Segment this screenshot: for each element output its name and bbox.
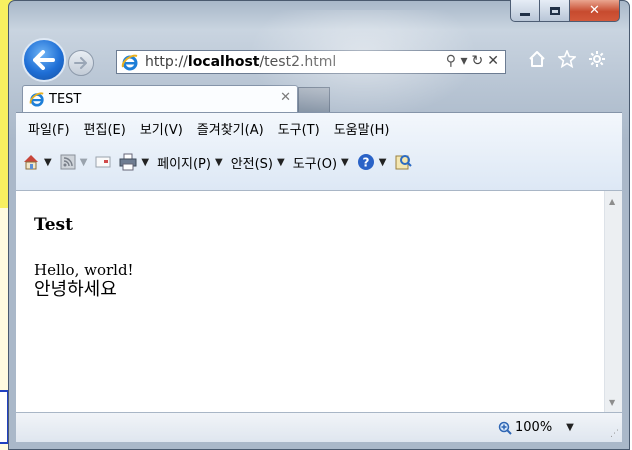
mail-icon [95, 156, 111, 168]
resize-grip-icon[interactable]: ⋰ [610, 429, 619, 439]
gear-icon[interactable] [588, 50, 606, 68]
menu-favorites[interactable]: 즐겨찾기(A) [191, 119, 272, 138]
zoom-dropdown-icon[interactable]: ▼ [566, 422, 574, 433]
address-tools: ⚲ ▾ ↻ ✕ [446, 53, 499, 69]
korean-greeting-text: 안녕하세요 [34, 279, 117, 300]
address-bar[interactable]: http://localhost/test2.html ⚲ ▾ ↻ ✕ [116, 50, 506, 74]
rss-icon [60, 154, 76, 170]
tools-menu[interactable]: 도구(O) ▼ [293, 153, 349, 172]
page-menu-label: 페이지(P) [157, 156, 211, 172]
star-icon[interactable] [558, 50, 576, 68]
address-url[interactable]: http://localhost/test2.html [145, 54, 336, 70]
scroll-up-icon[interactable]: ▲ [609, 197, 615, 206]
tools-menu-label: 도구(O) [292, 156, 338, 172]
feeds-command[interactable]: ▼ [60, 154, 87, 170]
home-command-icon [24, 155, 38, 170]
svg-text:?: ? [362, 156, 369, 170]
print-command[interactable]: ▼ [119, 153, 149, 171]
zoom-icon [498, 421, 512, 435]
menu-help[interactable]: 도움말(H) [328, 119, 398, 138]
help-command[interactable]: ? ▼ [357, 153, 386, 171]
research-command[interactable] [394, 153, 413, 171]
menu-bar: 파일(F) 편집(E) 보기(V) 즐겨찾기(A) 도구(T) 도움말(H) [22, 119, 398, 138]
ie-tab-icon [29, 92, 44, 107]
browser-toolbar-icons [528, 50, 606, 68]
refresh-icon[interactable]: ↻ [472, 53, 484, 69]
page-viewport[interactable]: Test Hello, world! 안녕하세요 ▲ ▼ [16, 190, 622, 412]
command-bar: ▼ ▼ ▼ 페이지(P) ▼ 안전(S) ▼ 도구(O) ▼ ? ▼ [22, 149, 420, 175]
tab-close-icon[interactable]: ✕ [280, 90, 291, 105]
back-icon [33, 50, 55, 70]
close-button[interactable]: ✕ [570, 0, 620, 22]
page-heading: Test [34, 215, 73, 235]
menu-tools[interactable]: 도구(T) [272, 119, 328, 138]
status-bar: 100% ▼ ⋰ [16, 412, 622, 442]
help-icon: ? [357, 154, 374, 170]
print-icon [119, 153, 137, 171]
browser-window: ✕ http://localhost/test2.html ⚲ ▾ ↻ ✕ TE… [8, 0, 630, 450]
zoom-level: 100% [515, 420, 553, 435]
ie-icon [121, 54, 138, 71]
menu-view[interactable]: 보기(V) [134, 119, 191, 138]
minimize-icon [520, 13, 530, 16]
hello-text: Hello, world! [34, 261, 134, 279]
vertical-scrollbar[interactable]: ▲ ▼ [604, 191, 622, 412]
page-menu[interactable]: 페이지(P) ▼ [157, 153, 223, 172]
minimize-button[interactable] [510, 0, 540, 22]
toolbar-area: 파일(F) 편집(E) 보기(V) 즐겨찾기(A) 도구(T) 도움말(H) ▼ [16, 112, 622, 190]
forward-button[interactable] [68, 50, 94, 76]
maximize-button[interactable] [540, 0, 570, 22]
zoom-control[interactable]: 100% ▼ [498, 420, 574, 435]
stop-icon[interactable]: ✕ [487, 53, 499, 69]
tab-active[interactable]: TEST ✕ [22, 85, 298, 112]
menu-edit[interactable]: 편집(E) [78, 119, 134, 138]
home-command[interactable]: ▼ [22, 153, 52, 171]
forward-icon [74, 57, 87, 69]
search-dropdown-icon[interactable]: ⚲ ▾ [446, 53, 468, 69]
mail-command[interactable] [95, 155, 111, 169]
safety-menu-label: 안전(S) [230, 156, 274, 172]
tab-title: TEST [49, 91, 82, 107]
maximize-icon [549, 6, 560, 15]
menu-file[interactable]: 파일(F) [22, 119, 78, 138]
safety-menu[interactable]: 안전(S) ▼ [231, 153, 285, 172]
window-controls: ✕ [510, 0, 620, 24]
page-content: Test Hello, world! 안녕하세요 [34, 215, 134, 301]
home-icon[interactable] [528, 50, 546, 68]
close-icon: ✕ [589, 3, 600, 18]
new-tab-button[interactable] [298, 87, 330, 112]
back-button[interactable] [22, 38, 66, 82]
scroll-down-icon[interactable]: ▼ [609, 398, 615, 407]
research-icon [395, 155, 413, 170]
